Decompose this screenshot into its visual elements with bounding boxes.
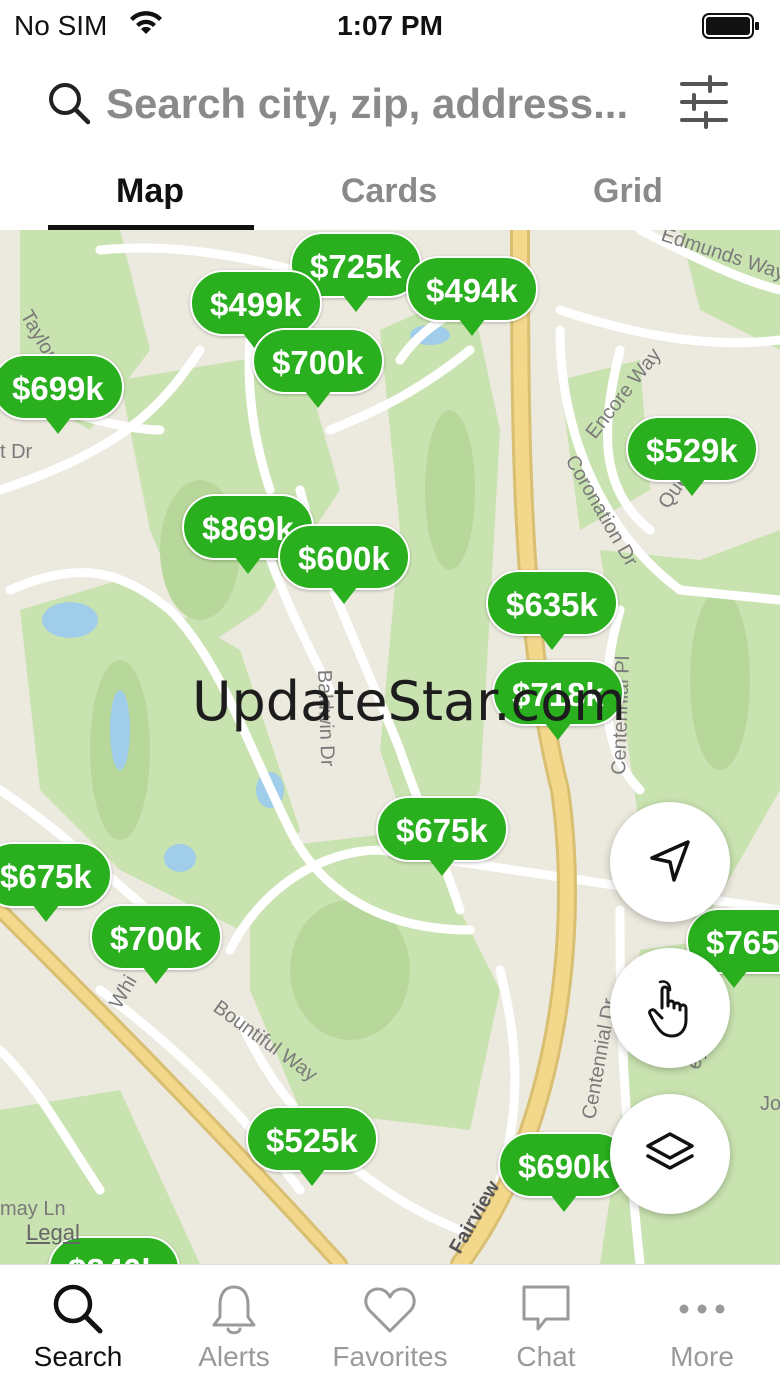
price-pin[interactable]: $699k bbox=[0, 354, 124, 434]
tabbar-label: Chat bbox=[516, 1341, 576, 1372]
draw-area-button[interactable] bbox=[610, 948, 730, 1068]
filter-sliders-icon[interactable] bbox=[676, 74, 732, 130]
heart-icon bbox=[364, 1287, 416, 1333]
street-label: may Ln bbox=[0, 1198, 66, 1220]
tabbar-label: Alerts bbox=[198, 1341, 270, 1372]
price-pin[interactable]: $525k bbox=[246, 1106, 378, 1186]
chat-bubble-icon bbox=[522, 1285, 570, 1331]
locate-me-button[interactable] bbox=[610, 802, 730, 922]
tabbar-item-search[interactable]: Search bbox=[0, 1265, 156, 1387]
tabbar-label: More bbox=[670, 1341, 734, 1372]
price-pin[interactable]: $690k bbox=[498, 1132, 630, 1212]
search-icon bbox=[49, 83, 91, 125]
watermark-text: UpdateStar.com bbox=[192, 670, 626, 733]
price-pin[interactable]: $700k bbox=[90, 904, 222, 984]
street-label: Whi bbox=[105, 972, 141, 1013]
tab-cards[interactable]: Cards bbox=[287, 156, 491, 230]
hand-pointer-icon bbox=[648, 980, 688, 1038]
map-view[interactable]: Edmunds Way Encore Way Coronation Dr Bal… bbox=[0, 230, 780, 1264]
street-label: Jo bbox=[760, 1093, 780, 1115]
price-pin[interactable]: $700k bbox=[252, 328, 384, 408]
search-input[interactable] bbox=[106, 76, 666, 132]
tab-grid[interactable]: Grid bbox=[526, 156, 730, 230]
street-label: t Dr bbox=[0, 441, 33, 463]
search-icon bbox=[53, 1284, 103, 1334]
bottom-tab-bar: Search Alerts Favorites Chat More bbox=[0, 1264, 780, 1387]
price-pin[interactable]: $499k bbox=[190, 270, 322, 350]
clock: 1:07 PM bbox=[337, 10, 443, 41]
more-dots-icon bbox=[679, 1304, 725, 1314]
price-pin[interactable]: $529k bbox=[626, 416, 758, 496]
price-pin[interactable]: $675k bbox=[0, 842, 112, 922]
battery-icon bbox=[702, 13, 759, 39]
tabbar-item-chat[interactable]: Chat bbox=[468, 1265, 624, 1387]
tab-map[interactable]: Map bbox=[48, 156, 252, 230]
tabbar-item-favorites[interactable]: Favorites bbox=[312, 1265, 468, 1387]
status-bar: No SIM 1:07 PM bbox=[0, 0, 780, 52]
price-pin[interactable]: $494k bbox=[406, 256, 538, 336]
price-pin[interactable]: $635k bbox=[486, 570, 618, 650]
tabbar-item-more[interactable]: More bbox=[624, 1265, 780, 1387]
price-pin[interactable]: $675k bbox=[376, 796, 508, 876]
price-pin[interactable]: $600k bbox=[278, 524, 410, 604]
tabbar-label: Favorites bbox=[332, 1341, 448, 1372]
view-tabs: Map Cards Grid bbox=[0, 156, 780, 230]
map-layers-button[interactable] bbox=[610, 1094, 730, 1214]
legal-link[interactable]: Legal bbox=[26, 1220, 80, 1246]
layers-icon bbox=[646, 1132, 694, 1170]
navigation-arrow-icon bbox=[650, 840, 690, 882]
search-bar bbox=[0, 52, 780, 156]
bell-icon bbox=[212, 1285, 256, 1335]
tabbar-item-alerts[interactable]: Alerts bbox=[156, 1265, 312, 1387]
tabbar-label: Search bbox=[33, 1341, 123, 1372]
